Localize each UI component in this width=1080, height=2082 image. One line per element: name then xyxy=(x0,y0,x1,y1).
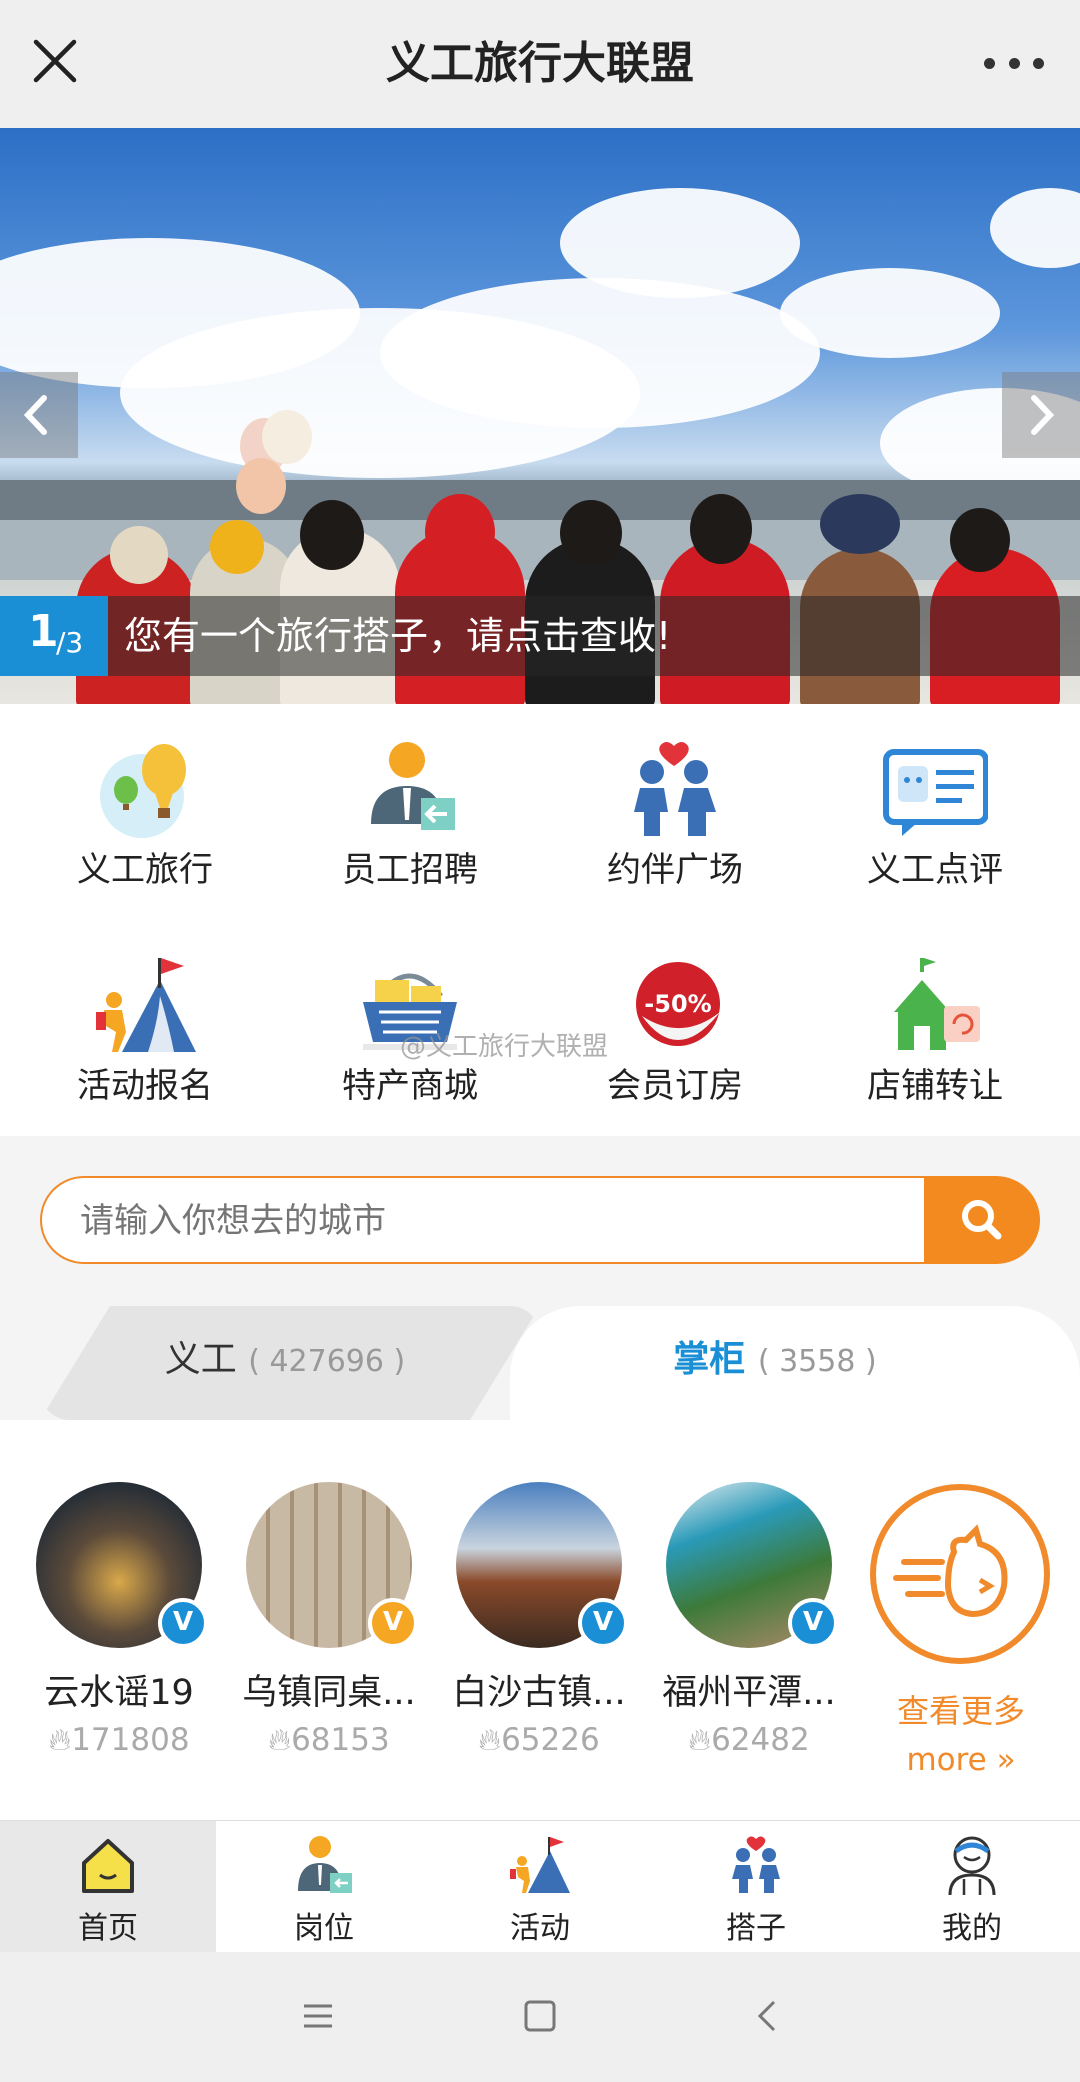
flame-icon: 🔥︎ xyxy=(268,1722,292,1758)
grid-item-staff-recruit[interactable]: 员工招聘 xyxy=(275,704,545,920)
back-icon[interactable] xyxy=(750,1998,786,2034)
grid-item-companion-square[interactable]: 约伴广场 xyxy=(540,704,810,920)
banner-carousel[interactable]: 1 /3 您有一个旅行搭子，请点击查收! xyxy=(0,128,1080,704)
verified-badge: V xyxy=(788,1598,838,1648)
climb-icon xyxy=(96,958,196,1052)
home-icon xyxy=(82,1839,134,1893)
nav-item-partner[interactable]: 搭子 xyxy=(648,1821,864,1953)
balloon-icon xyxy=(100,744,186,838)
nav-item-mine[interactable]: 我的 xyxy=(864,1821,1080,1953)
verified-badge: V xyxy=(578,1598,628,1648)
profile-icon xyxy=(948,1836,996,1896)
nav-item-jobs[interactable]: 岗位 xyxy=(216,1821,432,1953)
system-nav-bar xyxy=(0,1952,1080,2082)
flame-icon: 🔥︎ xyxy=(48,1722,72,1758)
activity-icon xyxy=(510,1837,570,1893)
chevron-right-icon xyxy=(1031,395,1055,435)
host-name: 乌镇同桌... xyxy=(242,1673,416,1713)
recruit-icon xyxy=(371,742,455,830)
more-icon[interactable] xyxy=(984,48,1044,78)
host-name: 白沙古镇... xyxy=(452,1673,626,1713)
job-icon xyxy=(298,1836,352,1893)
run-bag-icon xyxy=(893,1524,1008,1618)
bottom-nav: 首页 岗位 活动 搭子 我的 xyxy=(0,1820,1080,1953)
tab-host-label: 掌柜 ( 3558 ) xyxy=(673,1339,877,1380)
flame-icon: 🔥︎ xyxy=(478,1722,502,1758)
view-more-label[interactable]: 查看更多 xyxy=(856,1686,1066,1732)
tab-volunteer-label: 义工 ( 427696 ) xyxy=(164,1339,406,1380)
host-name: 福州平潭... xyxy=(662,1673,836,1713)
host-name: 云水谣19 xyxy=(44,1673,194,1713)
banner-page-indicator: 1 /3 xyxy=(0,596,108,676)
search-box xyxy=(40,1176,924,1264)
host-hot: 🔥︎62482 xyxy=(688,1722,810,1758)
svg-text:-50%: -50% xyxy=(644,990,711,1018)
host-hot: 🔥︎68153 xyxy=(268,1722,390,1758)
flame-icon: 🔥︎ xyxy=(688,1722,712,1758)
banner-caption[interactable]: 您有一个旅行搭子，请点击查收! xyxy=(108,596,1080,676)
verified-badge: V xyxy=(368,1598,418,1648)
review-icon xyxy=(883,749,988,836)
companions-icon xyxy=(634,742,716,836)
banner-prev-arrow[interactable] xyxy=(0,372,78,458)
search-button[interactable] xyxy=(924,1176,1040,1264)
chevron-left-icon xyxy=(23,395,47,435)
close-icon[interactable] xyxy=(30,36,80,86)
grid-item-volunteer-travel[interactable]: 义工旅行 xyxy=(10,704,280,920)
verified-badge: V xyxy=(158,1598,208,1648)
host-hot: 🔥︎171808 xyxy=(48,1722,190,1758)
home-square-icon[interactable] xyxy=(522,1998,558,2034)
feature-grid: 义工旅行 员工招聘 约伴广场 义工点评 活动报名 特产商城 -50% 会员订房 … xyxy=(0,704,1080,1136)
grid-item-volunteer-review[interactable]: 义工点评 xyxy=(800,704,1070,920)
grid-item-event-signup[interactable]: 活动报名 xyxy=(10,920,280,1136)
search-input[interactable] xyxy=(78,1178,882,1264)
host-hot: 🔥︎65226 xyxy=(478,1722,600,1758)
search-icon xyxy=(962,1200,1002,1240)
partner-icon xyxy=(732,1836,780,1893)
discount-icon: -50% xyxy=(636,962,720,1046)
nav-item-activity[interactable]: 活动 xyxy=(432,1821,648,1953)
nav-item-home[interactable]: 首页 xyxy=(0,1821,216,1953)
view-more-button[interactable] xyxy=(870,1484,1050,1664)
banner-next-arrow[interactable] xyxy=(1002,372,1080,458)
watermark: @义工旅行大联盟 xyxy=(400,1032,609,1062)
menu-icon[interactable] xyxy=(300,1998,336,2034)
top-bar: 义工旅行大联盟 xyxy=(0,0,1080,129)
page-title: 义工旅行大联盟 xyxy=(386,38,694,89)
view-more-sublabel[interactable]: more » xyxy=(856,1742,1066,1778)
grid-item-shop-transfer[interactable]: 店铺转让 xyxy=(800,920,1070,1136)
shop-icon xyxy=(894,958,980,1050)
